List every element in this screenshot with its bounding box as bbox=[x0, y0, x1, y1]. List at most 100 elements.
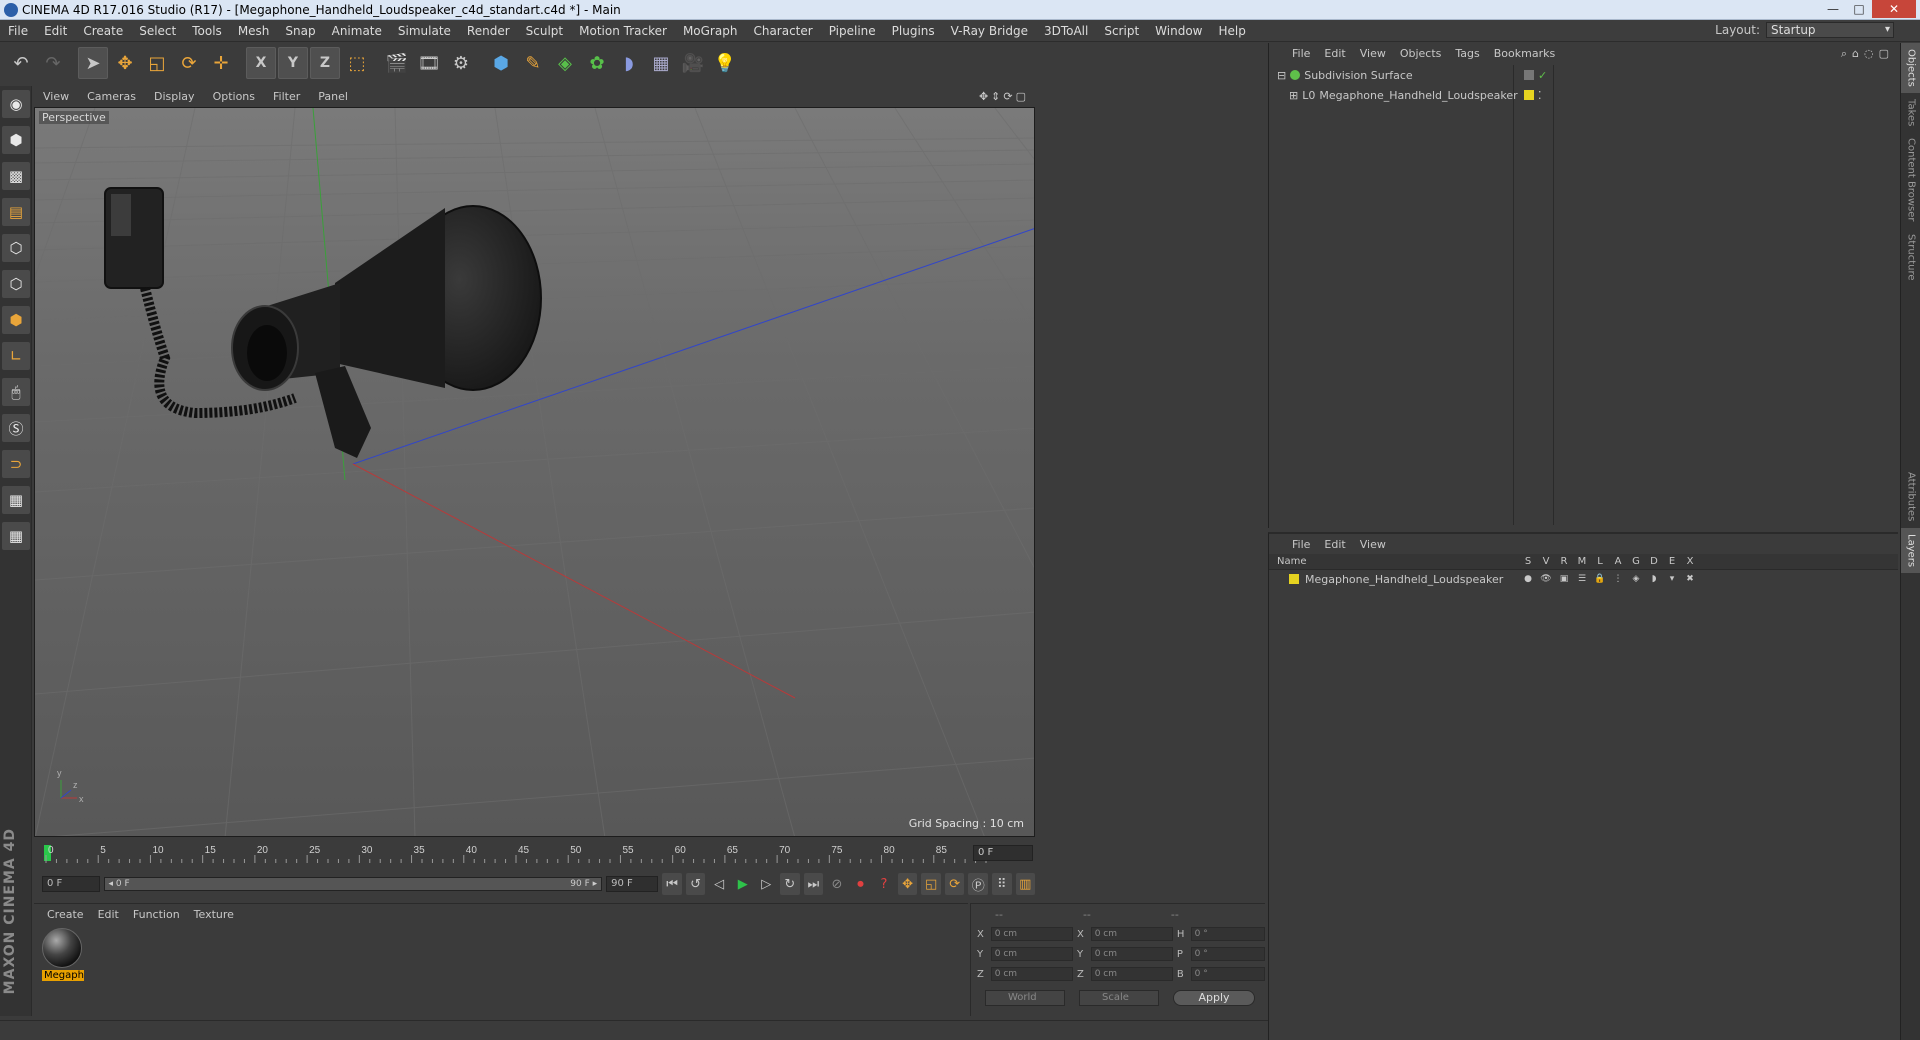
menu-plugins[interactable]: Plugins bbox=[884, 24, 943, 38]
tab-content-browser[interactable]: Content Browser bbox=[1901, 132, 1920, 227]
deformer-icon[interactable]: ◗ bbox=[614, 47, 644, 79]
size-z-field[interactable]: 0 cm bbox=[1090, 967, 1173, 981]
solo-icon[interactable]: Ⓢ bbox=[2, 414, 30, 442]
tab-structure[interactable]: Structure bbox=[1901, 228, 1920, 287]
expand-icon[interactable]: ⊞ bbox=[1289, 89, 1298, 102]
om-menu-objects[interactable]: Objects bbox=[1393, 47, 1449, 60]
menu-character[interactable]: Character bbox=[745, 24, 820, 38]
column-expressions[interactable]: E bbox=[1663, 556, 1681, 567]
viewport-navigation-icons[interactable]: ✥⇕⟳▢ bbox=[979, 90, 1029, 103]
previous-frame-icon[interactable]: ◁ bbox=[709, 873, 729, 895]
texture-mode-icon[interactable]: ▩ bbox=[2, 162, 30, 190]
polygons-mode-icon[interactable]: ⬢ bbox=[2, 306, 30, 334]
record-position-icon[interactable]: ⊘ bbox=[827, 873, 847, 895]
column-render[interactable]: R bbox=[1555, 556, 1573, 567]
rotate-icon[interactable]: ⟳ bbox=[174, 47, 204, 79]
tab-layers[interactable]: Layers bbox=[1901, 527, 1920, 573]
lm-menu-file[interactable]: File bbox=[1285, 538, 1317, 551]
workplane-icon[interactable]: ▤ bbox=[2, 198, 30, 226]
subdivision-surface-icon[interactable]: ◈ bbox=[550, 47, 580, 79]
camera-label[interactable]: Perspective bbox=[39, 111, 109, 124]
object-manager-tools[interactable]: ⌕⌂◌▢ bbox=[1841, 47, 1894, 61]
timeline-layout-icon[interactable]: ▥ bbox=[1015, 873, 1036, 895]
transform-mode-dropdown[interactable]: Scale bbox=[1079, 990, 1159, 1006]
column-view[interactable]: V bbox=[1537, 556, 1555, 567]
tweak-mode-icon[interactable]: 🖱 bbox=[2, 378, 30, 406]
menu-pipeline[interactable]: Pipeline bbox=[821, 24, 884, 38]
cloner-icon[interactable]: ✿ bbox=[582, 47, 612, 79]
om-menu-edit[interactable]: Edit bbox=[1317, 47, 1352, 60]
menu-edit[interactable]: Edit bbox=[36, 24, 75, 38]
om-menu-file[interactable]: File bbox=[1285, 47, 1317, 60]
pen-spline-icon[interactable]: ✎ bbox=[518, 47, 548, 79]
rot-b-field[interactable]: 0 ° bbox=[1190, 967, 1265, 981]
material-menu-texture[interactable]: Texture bbox=[187, 908, 241, 921]
menu-help[interactable]: Help bbox=[1210, 24, 1253, 38]
lm-menu-edit[interactable]: Edit bbox=[1317, 538, 1352, 551]
go-to-start-icon[interactable]: ⏮ bbox=[662, 873, 682, 895]
layer-color-icon[interactable] bbox=[1524, 90, 1534, 100]
tab-objects[interactable]: Objects bbox=[1901, 43, 1920, 93]
menu-window[interactable]: Window bbox=[1147, 24, 1210, 38]
pos-x-field[interactable]: 0 cm bbox=[990, 927, 1073, 941]
animation-toggle-icon[interactable]: ⋮ bbox=[1609, 574, 1627, 584]
render-settings-icon[interactable]: ⚙ bbox=[446, 47, 476, 79]
layer-color-icon[interactable] bbox=[1289, 574, 1299, 584]
lm-menu-view[interactable]: View bbox=[1353, 538, 1393, 551]
camera-icon[interactable]: 🎥 bbox=[678, 47, 708, 79]
scale-icon[interactable]: ◱ bbox=[142, 47, 172, 79]
menu-tools[interactable]: Tools bbox=[184, 24, 230, 38]
planar-workplane-icon[interactable]: ▦ bbox=[2, 522, 30, 550]
column-animation[interactable]: A bbox=[1609, 556, 1627, 567]
3d-viewport[interactable]: y x z Perspective Grid Spacing : 10 cm bbox=[34, 107, 1035, 837]
timeline-ruler[interactable]: 051015202530354045505560657075808590 bbox=[42, 841, 992, 867]
generators-toggle-icon[interactable]: ◈ bbox=[1627, 574, 1645, 584]
previous-key-icon[interactable]: ↺ bbox=[685, 873, 706, 895]
make-editable-icon[interactable]: ◉ bbox=[2, 90, 30, 118]
xref-toggle-icon[interactable]: ✖ bbox=[1681, 574, 1699, 584]
material-menu-function[interactable]: Function bbox=[126, 908, 187, 921]
object-row-subdivision-surface[interactable]: ⊟ Subdivision Surface bbox=[1269, 65, 1513, 85]
material-item[interactable]: Megaph bbox=[42, 928, 84, 988]
material-menu-create[interactable]: Create bbox=[40, 908, 91, 921]
om-menu-bookmarks[interactable]: Bookmarks bbox=[1487, 47, 1562, 60]
rot-p-field[interactable]: 0 ° bbox=[1190, 947, 1265, 961]
solo-toggle-icon[interactable]: ● bbox=[1519, 574, 1537, 584]
visibility-flag-icon[interactable] bbox=[1524, 70, 1534, 80]
close-button[interactable]: ✕ bbox=[1872, 0, 1916, 18]
next-key-icon[interactable]: ↻ bbox=[780, 873, 800, 895]
timeline-current-frame[interactable]: 0 F bbox=[973, 845, 1033, 861]
object-row-megaphone[interactable]: ⊞ L0 Megaphone_Handheld_Loudspeaker bbox=[1269, 85, 1518, 105]
column-manager[interactable]: M bbox=[1573, 556, 1591, 567]
size-y-field[interactable]: 0 cm bbox=[1090, 947, 1173, 961]
expressions-toggle-icon[interactable]: ▾ bbox=[1663, 574, 1681, 584]
record-active-icon[interactable]: ⏺ bbox=[851, 873, 871, 895]
play-icon[interactable]: ▶ bbox=[733, 873, 753, 895]
edges-mode-icon[interactable]: ⬡ bbox=[2, 270, 30, 298]
redo-icon[interactable]: ↷ bbox=[38, 47, 68, 79]
megaphone-flags[interactable]: ⁚ bbox=[1516, 85, 1553, 105]
floor-scene-icon[interactable]: ▦ bbox=[646, 47, 676, 79]
axis-mode-icon[interactable]: ∟ bbox=[2, 342, 30, 370]
preview-range-slider[interactable]: ◂ 0 F 90 F ▸ bbox=[103, 877, 603, 891]
om-menu-view[interactable]: View bbox=[1353, 47, 1393, 60]
viewport-menu-panel[interactable]: Panel bbox=[309, 90, 357, 103]
viewport-menu-filter[interactable]: Filter bbox=[264, 90, 309, 103]
key-rotate-icon[interactable]: ⟳ bbox=[944, 873, 965, 895]
menu-render[interactable]: Render bbox=[459, 24, 518, 38]
menu-vray-bridge[interactable]: V-Ray Bridge bbox=[943, 24, 1036, 38]
next-frame-icon[interactable]: ▷ bbox=[757, 873, 777, 895]
om-menu-tags[interactable]: Tags bbox=[1448, 47, 1486, 60]
model-mode-icon[interactable]: ⬢ bbox=[2, 126, 30, 154]
y-axis-icon[interactable]: Y bbox=[278, 47, 308, 79]
light-icon[interactable]: 💡 bbox=[710, 47, 740, 79]
x-axis-icon[interactable]: X bbox=[246, 47, 276, 79]
lock-toggle-icon[interactable]: 🔒 bbox=[1591, 574, 1609, 584]
apply-button[interactable]: Apply bbox=[1173, 990, 1255, 1006]
points-mode-icon[interactable]: ⬡ bbox=[2, 234, 30, 262]
enabled-check-icon[interactable]: ✓ bbox=[1538, 69, 1547, 82]
key-param-icon[interactable]: Ⓟ bbox=[968, 873, 988, 895]
subdivision-flags[interactable]: ✓ bbox=[1516, 65, 1553, 85]
coordinate-system-icon[interactable]: ⬚ bbox=[342, 47, 372, 79]
manager-toggle-icon[interactable]: ☰ bbox=[1573, 574, 1591, 584]
